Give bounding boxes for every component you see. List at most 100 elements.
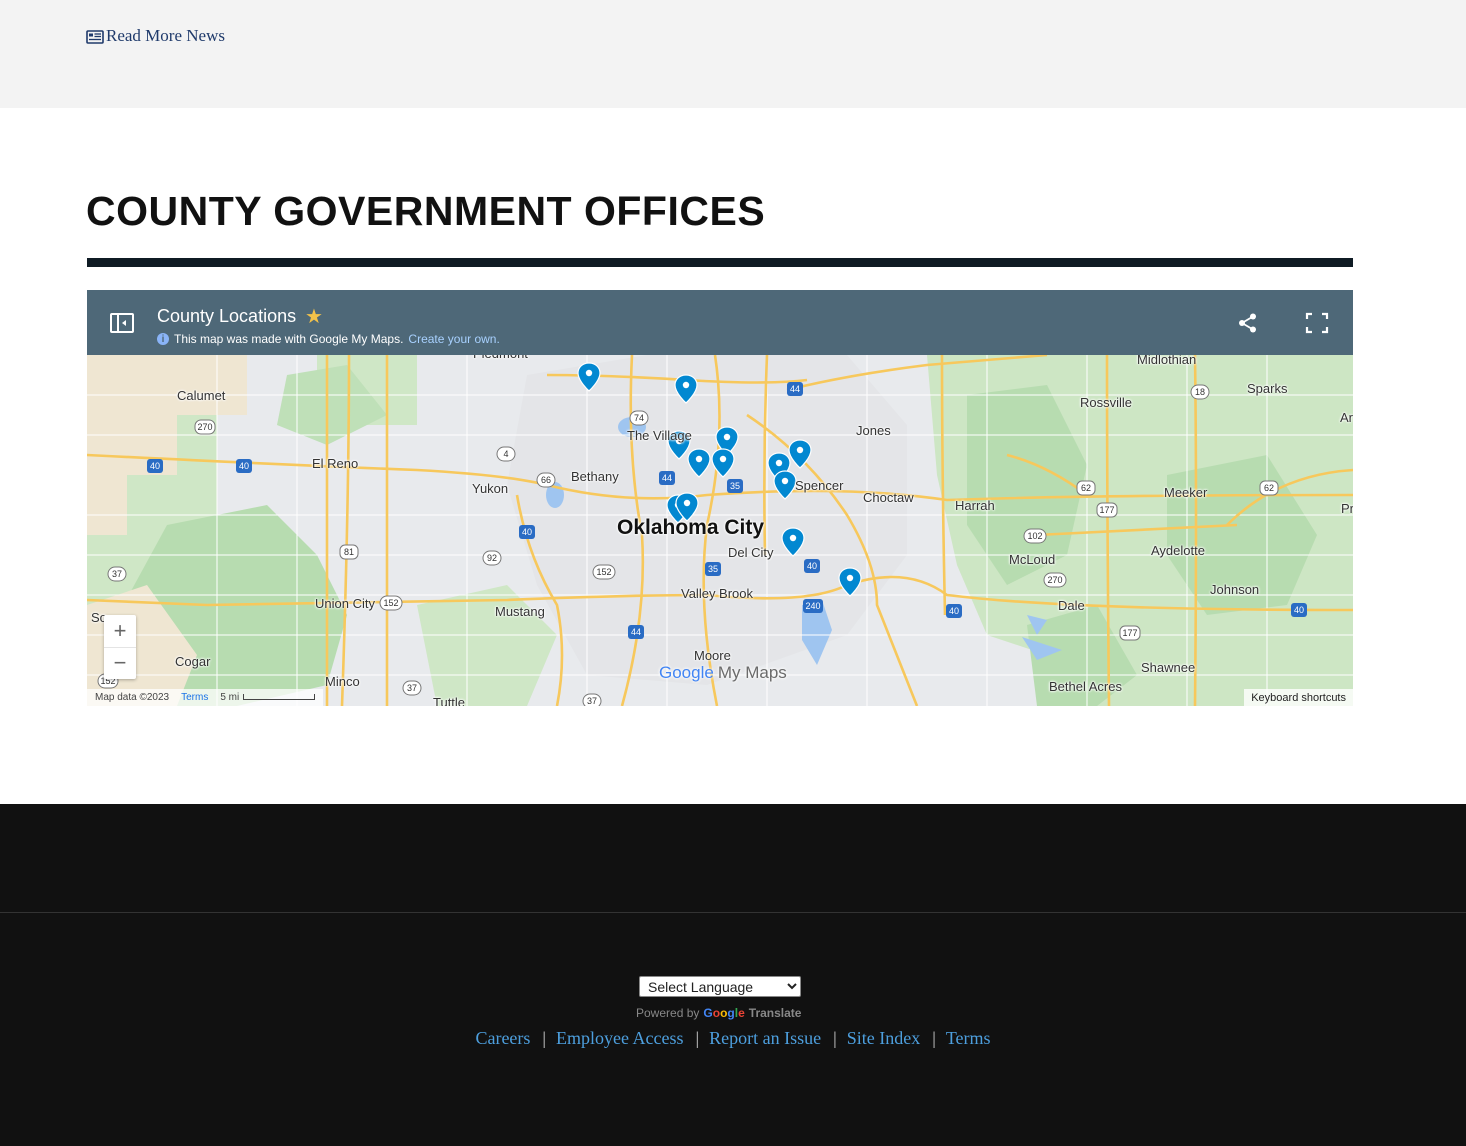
site-index-link[interactable]: Site Index xyxy=(847,1028,921,1049)
place-label: Moore xyxy=(694,648,731,663)
place-label: Harrah xyxy=(955,498,995,513)
map-scale: 5 mi xyxy=(220,692,316,703)
place-label: Shawnee xyxy=(1141,660,1196,675)
google-logo: Google xyxy=(703,1006,745,1020)
route-shield: 102 xyxy=(1027,531,1042,541)
route-shield: 37 xyxy=(587,696,597,706)
footer-separator: | xyxy=(833,1028,837,1048)
route-shield: 240 xyxy=(805,601,820,611)
zoom-control: + − xyxy=(104,615,136,679)
route-shield: 40 xyxy=(150,461,160,471)
map-terms-link[interactable]: Terms xyxy=(181,692,208,703)
route-shield: 66 xyxy=(541,475,551,485)
place-label: Del City xyxy=(728,545,774,560)
map-title: County Locations xyxy=(157,306,297,326)
footer-separator: | xyxy=(932,1028,936,1048)
footer-divider xyxy=(0,912,1466,913)
google-logo-text: Google xyxy=(659,663,714,682)
route-shield: 18 xyxy=(1195,387,1205,397)
footer-separator: | xyxy=(695,1028,700,1048)
route-shield: 177 xyxy=(1122,628,1137,638)
map-header: County Locations ★ i This map was made w… xyxy=(87,290,1353,355)
place-label: Dale xyxy=(1058,598,1085,613)
route-shield: 40 xyxy=(1294,605,1304,615)
route-shield: 37 xyxy=(407,683,417,693)
read-more-news-label: Read More News xyxy=(106,26,225,45)
title-divider xyxy=(87,258,1353,267)
place-label: Tuttle xyxy=(433,695,466,706)
zoom-out-button[interactable]: − xyxy=(104,647,136,679)
careers-link[interactable]: Careers xyxy=(475,1028,530,1049)
place-label: Aydelotte xyxy=(1151,543,1205,558)
route-shield: 152 xyxy=(596,567,611,577)
route-shield: 152 xyxy=(383,598,398,608)
place-label: Union City xyxy=(315,596,375,611)
map-data-text: Map data ©2023 xyxy=(95,692,170,703)
route-shield: 40 xyxy=(522,527,532,537)
route-shield: 92 xyxy=(487,553,497,563)
place-label: Bethany xyxy=(571,469,619,484)
newspaper-icon xyxy=(86,29,104,44)
place-label: El Reno xyxy=(312,456,359,471)
route-shield: 40 xyxy=(807,561,817,571)
footer: Select Language Powered by Google Transl… xyxy=(0,804,1466,1146)
route-shield: 40 xyxy=(239,461,249,471)
route-shield: 35 xyxy=(708,564,718,574)
section-title: COUNTY GOVERNMENT OFFICES xyxy=(86,188,766,234)
place-label: Bethel Acres xyxy=(1049,679,1122,694)
news-strip: Read More News xyxy=(0,0,1466,108)
language-select[interactable]: Select Language xyxy=(639,976,801,997)
place-label: Johnson xyxy=(1210,582,1260,597)
route-shield: 44 xyxy=(662,473,672,483)
terms-link[interactable]: Terms xyxy=(946,1028,991,1049)
route-shield: 62 xyxy=(1264,483,1274,493)
scale-label: 5 mi xyxy=(220,692,240,703)
route-shield: 81 xyxy=(344,547,354,557)
place-label-oklahoma-city: Oklahoma City xyxy=(617,516,765,539)
keyboard-shortcuts-button[interactable]: Keyboard shortcuts xyxy=(1244,689,1353,706)
place-label: Sparks xyxy=(1247,381,1288,396)
route-shield: 270 xyxy=(1047,575,1062,585)
place-label: Spencer xyxy=(795,478,844,493)
place-label: Valley Brook xyxy=(681,586,754,601)
county-locations-map[interactable]: County Locations ★ i This map was made w… xyxy=(87,290,1353,706)
place-label: Minco xyxy=(325,674,360,689)
place-label: Mustang xyxy=(495,604,545,619)
map-made-with-text: This map was made with Google My Maps. xyxy=(174,332,404,346)
place-label: Pr xyxy=(1341,501,1353,516)
place-label: Jones xyxy=(856,423,891,438)
place-label: Choctaw xyxy=(863,490,914,505)
powered-by-text: Powered by xyxy=(636,1006,700,1020)
star-icon[interactable]: ★ xyxy=(305,304,323,328)
footer-links: Careers | Employee Access | Report an Is… xyxy=(0,1028,1466,1049)
zoom-in-button[interactable]: + xyxy=(104,615,136,648)
fullscreen-icon[interactable] xyxy=(1305,312,1329,334)
place-label: Yukon xyxy=(472,481,509,496)
scale-bar xyxy=(243,694,316,700)
map-attribution: Map data ©2023 Terms 5 mi xyxy=(87,689,324,706)
place-label: McLoud xyxy=(1009,552,1056,567)
create-your-own-link[interactable]: Create your own. xyxy=(408,332,499,346)
my-maps-logo-text: My Maps xyxy=(717,663,787,682)
read-more-news-link[interactable]: Read More News xyxy=(86,26,225,46)
route-shield: 40 xyxy=(949,606,959,616)
info-icon: i xyxy=(157,333,169,345)
translate-text: Translate xyxy=(748,1006,802,1020)
route-shield: 270 xyxy=(197,422,212,432)
legend-toggle-icon[interactable] xyxy=(109,312,135,334)
route-shield: 4 xyxy=(503,449,508,459)
route-shield: 44 xyxy=(790,384,800,394)
employee-access-link[interactable]: Employee Access xyxy=(556,1028,683,1049)
route-shield: 62 xyxy=(1081,483,1091,493)
place-label: The Village xyxy=(627,428,692,443)
route-shield: 37 xyxy=(112,569,122,579)
place-label: Ar xyxy=(1340,410,1353,425)
share-icon[interactable] xyxy=(1237,312,1259,334)
report-issue-link[interactable]: Report an Issue xyxy=(709,1028,821,1049)
map-subtitle: i This map was made with Google My Maps.… xyxy=(157,332,500,346)
route-shield: 44 xyxy=(631,627,641,637)
place-label: Calumet xyxy=(177,388,226,403)
route-shield: 74 xyxy=(634,413,644,423)
place-label: Cogar xyxy=(175,654,211,669)
powered-by-google-translate: Powered by Google Translate xyxy=(636,1006,806,1020)
